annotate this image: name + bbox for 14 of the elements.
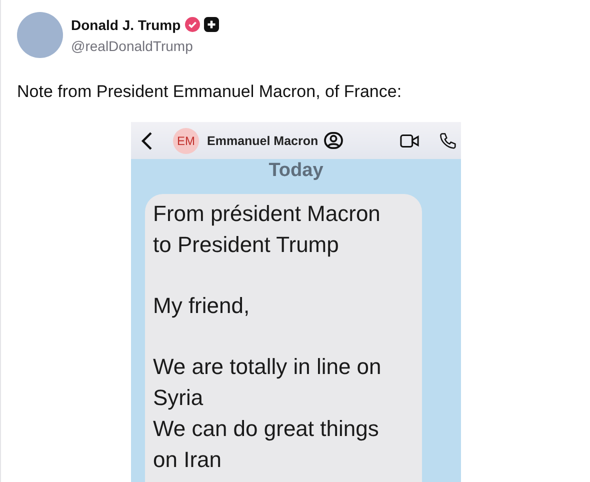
contact-name: Emmanuel Macron [207,134,318,148]
message-text: From président Macron to President Trump [153,200,382,259]
phone-icon[interactable] [439,132,456,149]
author-handle[interactable]: @realDonaldTrump [71,38,219,54]
back-icon[interactable] [141,130,153,150]
message-text: We are totally in line on Syria We can do great things on Iran [153,353,382,474]
video-camera-icon[interactable] [400,134,419,148]
post-text: Note from President Emmanuel Macron, of France: [17,82,403,102]
plus-icon[interactable] [204,17,219,32]
author-name[interactable]: Donald J. Trump [71,16,181,32]
message-text: My friend, [153,292,251,320]
date-label: Today [268,159,324,183]
person-icon [324,132,344,149]
contact-avatar: EM [173,128,199,154]
